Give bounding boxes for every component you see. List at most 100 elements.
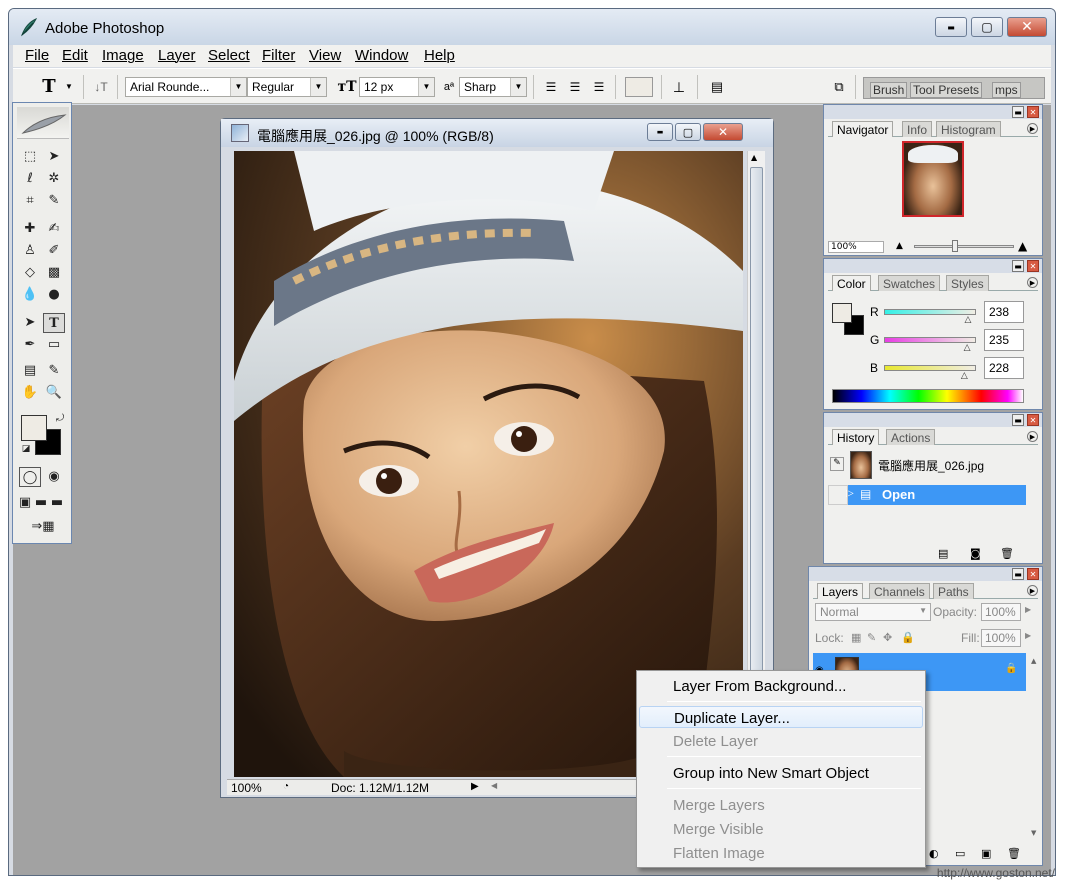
menu-item-delete-layer[interactable]: Delete Layer bbox=[639, 730, 923, 752]
delete-state-icon[interactable]: 🗑 bbox=[1000, 547, 1014, 560]
panel-minimize-icon[interactable]: ▬ bbox=[1012, 106, 1024, 118]
b-slider-thumb[interactable]: △ bbox=[961, 371, 968, 381]
swap-colors-icon[interactable]: ⤾ bbox=[49, 409, 71, 429]
menu-select[interactable]: Select bbox=[208, 47, 250, 64]
foreground-color-swatch[interactable] bbox=[21, 415, 47, 441]
navigator-zoom-field[interactable]: 100% bbox=[828, 241, 884, 253]
palette-well-tab-brushes[interactable]: Brush bbox=[870, 82, 908, 98]
crop-tool-icon[interactable]: ⌗ bbox=[19, 191, 41, 211]
align-center-icon[interactable]: ☰ bbox=[565, 77, 585, 97]
move-tool-icon[interactable]: ➤ bbox=[43, 147, 65, 167]
font-size-select[interactable]: 12 px ▼ bbox=[359, 77, 435, 97]
r-slider-thumb[interactable]: △ bbox=[965, 315, 972, 325]
opacity-arrow-icon[interactable]: ▶ bbox=[1025, 605, 1031, 614]
menu-help[interactable]: Help bbox=[424, 47, 455, 64]
scroll-thumb[interactable] bbox=[750, 167, 763, 747]
standard-screen-mode-icon[interactable]: ▣ bbox=[17, 493, 33, 513]
history-state-row[interactable]: ▷ ▤ Open bbox=[846, 485, 1026, 505]
opacity-field[interactable]: 100% bbox=[981, 603, 1021, 621]
document-title-bar[interactable]: 電腦應用展_026.jpg @ 100% (RGB/8) ▬ ▢ ✕ bbox=[221, 119, 773, 147]
character-palette-icon[interactable]: ▤ bbox=[707, 77, 727, 97]
adjustment-layer-icon[interactable]: ◐ bbox=[929, 847, 939, 860]
tab-navigator[interactable]: Navigator bbox=[832, 121, 894, 137]
title-bar[interactable]: Adobe Photoshop ▬ ▢ ✕ bbox=[9, 9, 1055, 45]
path-selection-tool-icon[interactable]: ➤ bbox=[19, 313, 41, 333]
menu-image[interactable]: Image bbox=[102, 47, 144, 64]
preset-dropdown-icon[interactable]: ▼ bbox=[59, 77, 79, 97]
doc-minimize-button[interactable]: ▬ bbox=[647, 123, 673, 141]
jump-to-imageready-icon[interactable]: ⇒▦ bbox=[23, 517, 63, 537]
navigator-zoom-slider[interactable] bbox=[914, 245, 1014, 248]
fill-field[interactable]: 100% bbox=[981, 629, 1021, 647]
panel-minimize-icon[interactable]: ▬ bbox=[1012, 414, 1024, 426]
menu-view[interactable]: View bbox=[309, 47, 341, 64]
lock-transparent-icon[interactable]: ▦ bbox=[851, 631, 861, 644]
panel-minimize-icon[interactable]: ▬ bbox=[1012, 260, 1024, 272]
foreground-color-swatch[interactable] bbox=[832, 303, 852, 323]
marquee-tool-icon[interactable]: ⬚ bbox=[19, 147, 41, 167]
full-screen-mode-icon[interactable]: ▬ bbox=[49, 493, 65, 513]
history-brush-source-icon[interactable]: ✎ bbox=[830, 457, 844, 471]
palette-well-tab-comps[interactable]: mps bbox=[992, 82, 1021, 98]
panel-menu-icon[interactable]: ▶ bbox=[1027, 431, 1038, 442]
panel-titlebar[interactable]: ▬ ✕ bbox=[824, 259, 1042, 273]
menu-item-duplicate-layer[interactable]: Duplicate Layer... bbox=[639, 706, 923, 728]
tab-info[interactable]: Info bbox=[902, 121, 933, 137]
zoom-in-icon[interactable]: ▲ bbox=[1018, 239, 1027, 253]
scroll-up-icon[interactable]: ▲ bbox=[751, 153, 757, 162]
new-document-from-state-icon[interactable]: ▤ bbox=[938, 547, 948, 560]
align-right-icon[interactable]: ☰ bbox=[589, 77, 609, 97]
panel-menu-icon[interactable]: ▶ bbox=[1027, 277, 1038, 288]
panel-titlebar[interactable]: ▬ ✕ bbox=[824, 413, 1042, 427]
panel-menu-icon[interactable]: ▶ bbox=[1027, 585, 1038, 596]
panel-close-icon[interactable]: ✕ bbox=[1027, 568, 1039, 580]
scroll-left-icon[interactable]: ◀ bbox=[491, 781, 497, 790]
r-value-field[interactable]: 238 bbox=[984, 301, 1024, 323]
b-value-field[interactable]: 228 bbox=[984, 357, 1024, 379]
type-tool-preset-icon[interactable]: T bbox=[39, 77, 59, 97]
maximize-button[interactable]: ▢ bbox=[971, 17, 1003, 37]
tab-color[interactable]: Color bbox=[832, 275, 871, 291]
type-tool-icon[interactable]: T bbox=[43, 313, 65, 333]
tab-channels[interactable]: Channels bbox=[869, 583, 930, 599]
lock-position-icon[interactable]: ✥ bbox=[883, 631, 892, 644]
blend-mode-select[interactable]: Normal ▼ bbox=[815, 603, 931, 621]
panel-menu-icon[interactable]: ▶ bbox=[1027, 123, 1038, 134]
tab-paths[interactable]: Paths bbox=[933, 583, 974, 599]
blur-tool-icon[interactable]: 💧 bbox=[19, 285, 41, 305]
panel-minimize-icon[interactable]: ▬ bbox=[1012, 568, 1024, 580]
text-color-swatch[interactable] bbox=[625, 77, 653, 97]
menu-file[interactable]: File bbox=[25, 47, 49, 64]
menu-item-flatten-image[interactable]: Flatten Image bbox=[639, 842, 923, 864]
font-family-select[interactable]: Arial Rounde... ▼ bbox=[125, 77, 247, 97]
history-brush-tool-icon[interactable]: ✐ bbox=[43, 241, 65, 261]
tab-history[interactable]: History bbox=[832, 429, 880, 445]
hand-tool-icon[interactable]: ✋ bbox=[19, 383, 41, 403]
menu-filter[interactable]: Filter bbox=[262, 47, 295, 64]
eyedropper-tool-icon[interactable]: ✎ bbox=[43, 361, 65, 381]
menu-layer[interactable]: Layer bbox=[158, 47, 196, 64]
lasso-tool-icon[interactable]: ℓ bbox=[19, 169, 41, 189]
menu-item-group-into-smart-object[interactable]: Group into New Smart Object bbox=[639, 762, 923, 784]
eraser-tool-icon[interactable]: ◇ bbox=[19, 263, 41, 283]
close-button[interactable]: ✕ bbox=[1007, 17, 1047, 37]
lock-image-icon[interactable]: ✎ bbox=[867, 631, 876, 644]
quick-mask-mode-icon[interactable]: ◉ bbox=[43, 467, 65, 487]
toolbox-header[interactable] bbox=[17, 107, 69, 139]
new-group-icon[interactable]: ▭ bbox=[955, 847, 965, 860]
panel-close-icon[interactable]: ✕ bbox=[1027, 106, 1039, 118]
g-slider[interactable] bbox=[884, 337, 976, 343]
menu-item-merge-visible[interactable]: Merge Visible bbox=[639, 818, 923, 840]
slice-tool-icon[interactable]: ✎ bbox=[43, 191, 65, 211]
status-options-icon[interactable]: ◔ bbox=[283, 781, 289, 792]
minimize-button[interactable]: ▬ bbox=[935, 17, 967, 37]
tab-swatches[interactable]: Swatches bbox=[878, 275, 941, 291]
tab-layers[interactable]: Layers bbox=[817, 583, 864, 599]
healing-brush-tool-icon[interactable]: ✚ bbox=[19, 219, 41, 239]
zoom-tool-icon[interactable]: 🔍 bbox=[43, 383, 65, 403]
palette-well-tab-tool-presets[interactable]: Tool Presets bbox=[910, 82, 983, 98]
full-screen-menu-mode-icon[interactable]: ▬ bbox=[33, 493, 49, 513]
doc-maximize-button[interactable]: ▢ bbox=[675, 123, 701, 141]
warp-text-icon[interactable]: ⊥ bbox=[669, 77, 689, 97]
menu-edit[interactable]: Edit bbox=[62, 47, 88, 64]
